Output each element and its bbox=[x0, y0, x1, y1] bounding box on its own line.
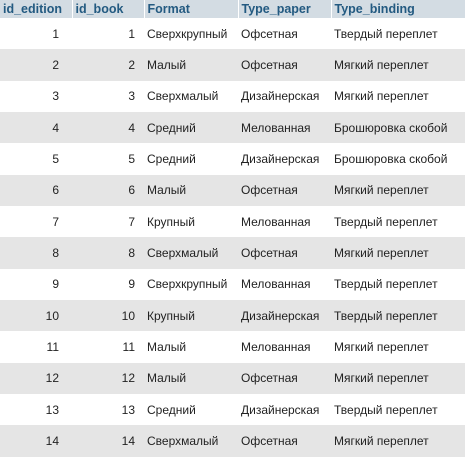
cell-format: Средний bbox=[147, 152, 196, 167]
cell-id-edition: 6 bbox=[52, 183, 59, 198]
cell-id-edition: 3 bbox=[52, 89, 59, 104]
table-row[interactable]: 2 2 Малый Офсетная Мягкий переплет bbox=[0, 49, 465, 81]
cell-format: Сверхкрупный bbox=[147, 277, 228, 292]
cell-type-paper: Дизайнерская bbox=[241, 89, 320, 104]
cell-id-book: 2 bbox=[128, 58, 135, 73]
column-header-id-edition[interactable]: id_edition bbox=[0, 0, 73, 18]
cell-format: Малый bbox=[147, 340, 187, 355]
cell-type-paper: Офсетная bbox=[241, 434, 298, 449]
cell-id-book: 4 bbox=[128, 120, 135, 135]
cell-id-book: 14 bbox=[121, 434, 135, 449]
cell-type-paper: Мелованная bbox=[241, 120, 311, 135]
cell-format: Сверхмалый bbox=[147, 434, 219, 449]
cell-id-edition: 13 bbox=[45, 402, 59, 417]
cell-type-binding: Мягкий переплет bbox=[334, 89, 429, 104]
cell-format: Малый bbox=[147, 371, 187, 386]
cell-format: Средний bbox=[147, 120, 196, 135]
cell-id-book: 11 bbox=[122, 340, 135, 355]
cell-type-paper: Офсетная bbox=[241, 246, 298, 261]
cell-type-binding: Твердый переплет bbox=[334, 402, 438, 417]
header-row: id_edition id_book Format Type_paper Typ… bbox=[0, 0, 465, 18]
cell-type-binding: Мягкий переплет bbox=[334, 340, 429, 355]
table-row[interactable]: 11 11 Малый Мелованная Мягкий переплет bbox=[0, 331, 465, 363]
column-header-id-book[interactable]: id_book bbox=[72, 0, 145, 18]
cell-type-binding: Твердый переплет bbox=[334, 277, 438, 292]
cell-type-binding: Мягкий переплет bbox=[334, 183, 429, 198]
column-header-format[interactable]: Format bbox=[144, 0, 239, 18]
cell-format: Средний bbox=[147, 402, 196, 417]
table-row[interactable]: 14 14 Сверхмалый Офсетная Мягкий переплет bbox=[0, 425, 465, 457]
cell-format: Сверхкрупный bbox=[147, 26, 228, 41]
cell-id-edition: 11 bbox=[46, 340, 59, 355]
cell-id-book: 10 bbox=[121, 308, 135, 323]
table-row[interactable]: 5 5 Средний Дизайнерская Брошюровка скобой bbox=[0, 143, 465, 175]
cell-type-binding: Мягкий переплет bbox=[334, 58, 429, 73]
cell-format: Крупный bbox=[147, 214, 195, 229]
cell-type-paper: Мелованная bbox=[241, 340, 311, 355]
cell-id-book: 8 bbox=[128, 246, 135, 261]
table-row[interactable]: 10 10 Крупный Дизайнерская Твердый переплет bbox=[0, 300, 465, 332]
cell-id-edition: 7 bbox=[52, 214, 59, 229]
table-row[interactable]: 7 7 Крупный Мелованная Твердый переплет bbox=[0, 206, 465, 238]
cell-type-binding: Мягкий переплет bbox=[334, 371, 429, 386]
table-row[interactable]: 12 12 Малый Офсетная Мягкий переплет bbox=[0, 362, 465, 395]
cell-type-binding: Мягкий переплет bbox=[334, 434, 429, 449]
table-row[interactable]: 1 1 Сверхкрупный Офсетная Твердый переплет bbox=[0, 18, 465, 50]
table-row[interactable]: 13 13 Средний Дизайнерская Твердый переплет bbox=[0, 394, 465, 426]
cell-type-binding: Брошюровка скобой bbox=[334, 120, 448, 135]
cell-id-edition: 10 bbox=[45, 308, 59, 323]
results-table: id_edition id_book Format Type_paper Typ… bbox=[0, 0, 465, 457]
cell-id-book: 9 bbox=[128, 277, 135, 292]
cell-type-binding: Твердый переплет bbox=[334, 214, 438, 229]
cell-id-edition: 2 bbox=[52, 58, 59, 73]
cell-type-paper: Дизайнерская bbox=[241, 308, 320, 323]
table-row[interactable]: 8 8 Сверхмалый Офсетная Мягкий переплет bbox=[0, 237, 465, 269]
table-row[interactable]: 4 4 Средний Мелованная Брошюровка скобой bbox=[0, 112, 465, 144]
cell-id-edition: 14 bbox=[45, 434, 59, 449]
column-header-type-binding[interactable]: Type_binding bbox=[331, 0, 465, 18]
cell-type-paper: Дизайнерская bbox=[241, 152, 320, 167]
cell-id-book: 1 bbox=[128, 26, 135, 41]
table-header: id_edition id_book Format Type_paper Typ… bbox=[0, 0, 465, 18]
table-body: 1 1 Сверхкрупный Офсетная Твердый переплет 2 2… bbox=[0, 18, 465, 457]
cell-id-book: 12 bbox=[121, 371, 135, 386]
cell-type-paper: Дизайнерская bbox=[241, 402, 320, 417]
cell-id-book: 5 bbox=[128, 152, 135, 167]
cell-type-paper: Офсетная bbox=[241, 371, 298, 386]
cell-type-binding: Твердый переплет bbox=[334, 26, 438, 41]
column-header-type-paper[interactable]: Type_paper bbox=[238, 0, 332, 18]
cell-id-book: 3 bbox=[128, 89, 135, 104]
cell-type-binding: Мягкий переплет bbox=[334, 246, 429, 261]
cell-id-book: 6 bbox=[128, 183, 135, 198]
table-row[interactable]: 3 3 Сверхмалый Дизайнерская Мягкий переплет bbox=[0, 80, 465, 113]
cell-format: Крупный bbox=[147, 308, 195, 323]
cell-id-edition: 8 bbox=[52, 246, 59, 261]
cell-type-binding: Брошюровка скобой bbox=[334, 152, 448, 167]
table-row[interactable]: 6 6 Малый Офсетная Мягкий переплет bbox=[0, 174, 465, 207]
cell-id-edition: 4 bbox=[52, 120, 59, 135]
cell-id-edition: 5 bbox=[52, 152, 59, 167]
cell-type-binding: Твердый переплет bbox=[334, 308, 438, 323]
cell-type-paper: Офсетная bbox=[241, 26, 298, 41]
cell-type-paper: Офсетная bbox=[241, 183, 298, 198]
table-row[interactable]: 9 9 Сверхкрупный Мелованная Твердый переплет bbox=[0, 268, 465, 301]
cell-id-book: 13 bbox=[121, 402, 135, 417]
cell-type-paper: Мелованная bbox=[241, 277, 311, 292]
cell-id-edition: 12 bbox=[45, 371, 59, 386]
cell-type-paper: Мелованная bbox=[241, 214, 311, 229]
cell-type-paper: Офсетная bbox=[241, 58, 298, 73]
cell-id-edition: 1 bbox=[52, 26, 59, 41]
cell-format: Сверхмалый bbox=[147, 246, 219, 261]
cell-format: Малый bbox=[147, 183, 187, 198]
cell-id-edition: 9 bbox=[52, 277, 59, 292]
cell-format: Малый bbox=[147, 58, 187, 73]
cell-format: Сверхмалый bbox=[147, 89, 219, 104]
cell-id-book: 7 bbox=[128, 214, 135, 229]
